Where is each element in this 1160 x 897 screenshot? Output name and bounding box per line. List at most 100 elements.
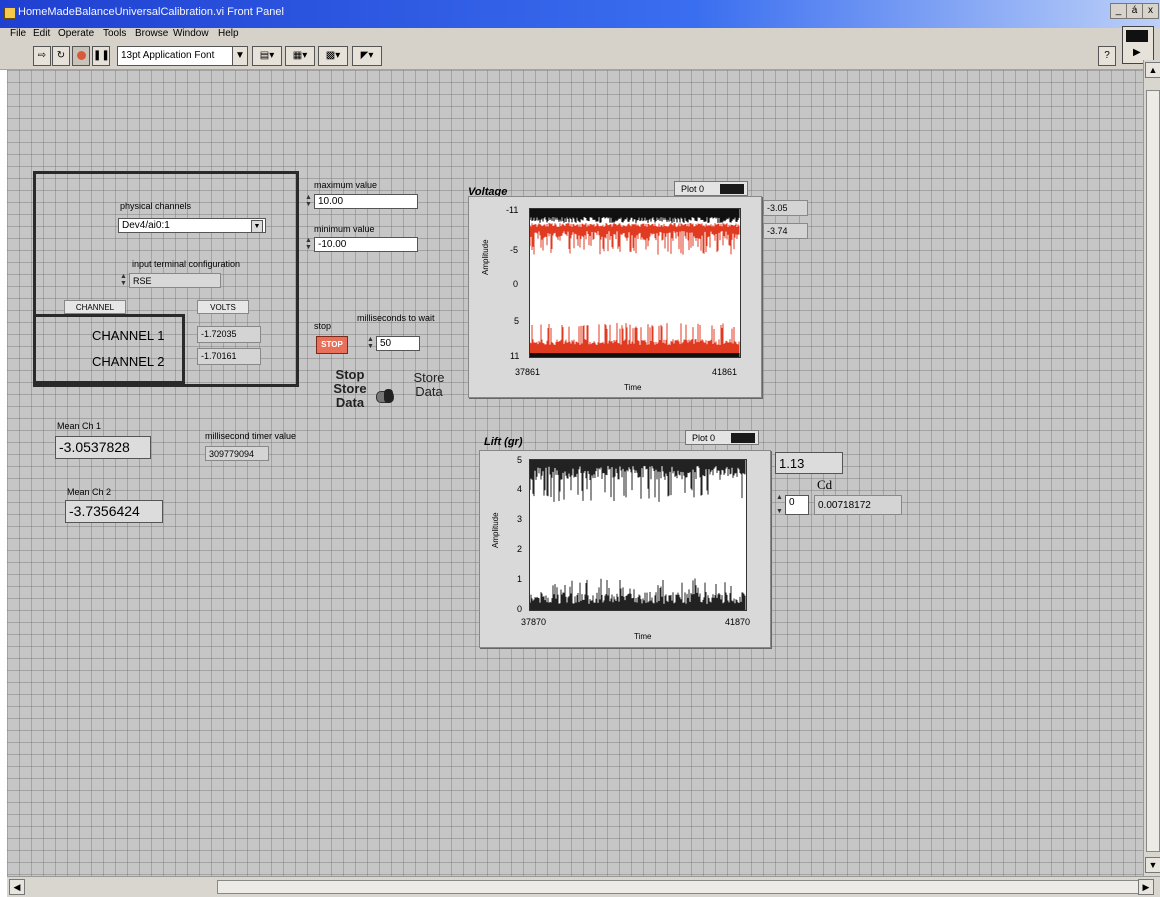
scroll-up-icon[interactable]: ▲: [1145, 62, 1160, 78]
vi-icon: ▶: [1122, 26, 1154, 64]
vertical-scroll-thumb[interactable]: [1146, 90, 1160, 852]
lift-legend-swatch: [731, 433, 755, 443]
maximum-value-label: maximum value: [314, 180, 378, 190]
maximize-button[interactable]: á: [1126, 3, 1143, 19]
minimum-value-label: minimum value: [314, 224, 375, 234]
voltage-ytick-1: -11: [506, 205, 519, 215]
physical-channels-value: Dev4/ai0:1: [122, 220, 170, 231]
voltage-xtick-start: 37861: [515, 367, 541, 377]
voltage-ytick-4: 5: [514, 316, 520, 326]
lift-ytick-2: 4: [517, 484, 523, 494]
min-spinner-icon[interactable]: ▲ ▼: [304, 237, 313, 252]
voltage-plot-area: [529, 208, 741, 358]
mean-ch2-label: Mean Ch 2: [67, 487, 112, 497]
cd-label: Cd: [817, 477, 833, 492]
physical-channels-field[interactable]: Dev4/ai0:1 ▼: [118, 218, 266, 233]
scroll-left-icon[interactable]: ◀: [9, 879, 25, 895]
terminal-config-spinner-icon[interactable]: ▲ ▼: [119, 273, 128, 287]
menu-file[interactable]: File: [10, 28, 26, 39]
channel-2-volts: -1.70161: [197, 348, 261, 365]
minimum-value-field[interactable]: -10.00: [314, 237, 418, 252]
lift-xlabel: Time: [634, 632, 652, 641]
lift-ytick-3: 3: [517, 514, 523, 524]
help-icon[interactable]: ?: [1098, 46, 1116, 66]
lift-ytick-1: 5: [517, 455, 523, 465]
channel-1-name: CHANNEL 1: [92, 328, 165, 343]
lift-xtick-end: 41870: [725, 617, 751, 627]
voltage-ytick-5: 11: [510, 351, 520, 361]
stop-button[interactable]: STOP: [316, 336, 348, 354]
cd-index-spinner-icon[interactable]: ▲ ▼: [775, 494, 784, 516]
wait-spinner-icon[interactable]: ▲ ▼: [366, 336, 375, 351]
channel-header: CHANNEL: [64, 300, 126, 314]
align-objects-icon[interactable]: ▤▾: [252, 46, 282, 66]
menu-tools[interactable]: Tools: [103, 28, 126, 39]
lift-plot-area: [529, 459, 747, 611]
scroll-right-icon[interactable]: ▶: [1138, 879, 1154, 895]
menu-edit[interactable]: Edit: [33, 28, 50, 39]
window-title: HomeMadeBalanceUniversalCalibration.vi F…: [18, 6, 284, 18]
run-continuous-icon[interactable]: ↻: [52, 46, 70, 66]
close-button[interactable]: x: [1142, 3, 1159, 19]
lift-legend-label: Plot 0: [692, 433, 716, 443]
front-panel: physical channels Dev4/ai0:1 ▼ input ter…: [7, 70, 1143, 876]
cd-index-field[interactable]: 0: [785, 495, 809, 515]
resize-objects-icon[interactable]: ▩▾: [318, 46, 348, 66]
voltage-xtick-end: 41861: [712, 367, 738, 377]
stop-label: stop: [314, 321, 332, 331]
terminal-config-label: input terminal configuration: [132, 259, 241, 269]
menu-operate[interactable]: Operate: [58, 28, 94, 39]
pause-icon[interactable]: ❚❚: [92, 46, 110, 66]
maximum-value-field[interactable]: 10.00: [314, 194, 418, 209]
millisecond-timer-value: 309779094: [205, 446, 269, 461]
menu-bar: File Edit Operate Tools Browse Window He…: [0, 28, 1160, 40]
volts-header: VOLTS: [197, 300, 249, 314]
mean-ch1-label: Mean Ch 1: [57, 421, 102, 431]
store-data-label: Store Data: [413, 370, 445, 399]
scroll-down-icon[interactable]: ▼: [1145, 857, 1160, 873]
mean-ch1-value: -3.0537828: [55, 436, 151, 459]
voltage-xlabel: Time: [624, 383, 642, 392]
max-spinner-icon[interactable]: ▲ ▼: [304, 194, 313, 209]
lift-ytick-6: 0: [517, 604, 523, 614]
minimize-button[interactable]: _: [1110, 3, 1127, 19]
menu-browse[interactable]: Browse: [135, 28, 168, 39]
reorder-icon[interactable]: ◤▾: [352, 46, 382, 66]
title-bar: HomeMadeBalanceUniversalCalibration.vi F…: [0, 0, 1160, 28]
lift-plot-legend[interactable]: Plot 0: [685, 430, 759, 445]
milliseconds-to-wait-field[interactable]: 50: [376, 336, 420, 351]
lift-xtick-start: 37870: [521, 617, 547, 627]
channel-1-volts: -1.72035: [197, 326, 261, 343]
horizontal-scroll-thumb[interactable]: [217, 880, 1139, 894]
distribute-objects-icon[interactable]: ▦▾: [285, 46, 315, 66]
voltage-ylabel: Amplitude: [481, 239, 490, 275]
menu-help[interactable]: Help: [218, 28, 239, 39]
stop-store-data-label: Stop Store Data: [333, 367, 367, 410]
voltage-readout-2: -3.74: [763, 223, 808, 239]
channel-names-frame: [33, 314, 185, 384]
lift-ytick-4: 2: [517, 544, 523, 554]
lift-readout: 1.13: [775, 452, 843, 474]
font-dropdown-icon[interactable]: ▼: [232, 46, 248, 66]
mean-ch2-value: -3.7356424: [65, 500, 163, 523]
dropdown-icon[interactable]: ▼: [251, 220, 263, 233]
lift-graph-title: Lift (gr): [484, 436, 523, 448]
millisecond-timer-label: millisecond timer value: [205, 431, 297, 441]
menu-window[interactable]: Window: [173, 28, 209, 39]
channel-2-name: CHANNEL 2: [92, 354, 165, 369]
voltage-plot-legend[interactable]: Plot 0: [674, 181, 748, 196]
font-selector[interactable]: 13pt Application Font: [117, 46, 234, 66]
physical-channels-label: physical channels: [120, 201, 192, 211]
abort-icon[interactable]: [72, 46, 90, 66]
voltage-readout-1: -3.05: [763, 200, 808, 216]
horizontal-scrollbar[interactable]: ◀ ▶: [7, 876, 1160, 897]
store-data-toggle-switch[interactable]: [373, 386, 395, 406]
cd-value: 0.00718172: [814, 495, 902, 515]
vertical-scrollbar[interactable]: ▲ ▼: [1143, 60, 1160, 876]
terminal-config-field[interactable]: RSE: [129, 273, 221, 288]
lift-ytick-5: 1: [517, 574, 523, 584]
toolbar: ⇨ ↻ ❚❚ 13pt Application Font ▼ ▤▾ ▦▾ ▩▾ …: [0, 26, 1160, 70]
run-arrow-icon[interactable]: ⇨: [33, 46, 51, 66]
milliseconds-to-wait-label: milliseconds to wait: [357, 313, 435, 323]
lift-ylabel: Amplitude: [491, 512, 500, 548]
